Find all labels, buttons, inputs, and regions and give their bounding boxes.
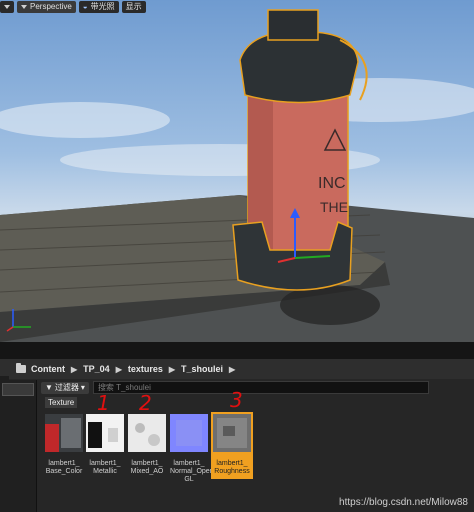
breadcrumb-separator-icon: ▶: [71, 364, 78, 374]
lighting-mode-label: 带光照: [90, 1, 115, 11]
texture-thumbnail: [45, 414, 83, 452]
asset-name: GL: [184, 476, 194, 483]
sources-search-input[interactable]: [2, 383, 34, 396]
asset-name: lambert1_: [89, 460, 121, 467]
asset-grid: Texture lambert1_ Base_Color lambert1_ M…: [37, 388, 474, 512]
sources-panel: [0, 380, 37, 512]
chevron-down-icon: [21, 4, 27, 9]
browser-tab-strip: [0, 342, 474, 359]
annotation-number: 1: [97, 391, 110, 415]
asset-name: lambert1_: [48, 460, 80, 467]
asset-tile-metallic[interactable]: lambert1_ Metallic: [86, 414, 124, 476]
prop-text-the: THE: [320, 199, 348, 215]
level-viewport[interactable]: INC THE Perspective ◒ 带光照 显示: [0, 0, 474, 342]
asset-name: Metallic: [93, 468, 117, 475]
annotation-number: 3: [230, 388, 243, 412]
breadcrumb-tp04[interactable]: TP_04: [83, 364, 110, 374]
asset-name: Normal_Open: [170, 468, 214, 475]
show-button[interactable]: 显示: [121, 0, 146, 13]
texture-thumbnail: [86, 414, 124, 452]
chevron-down-icon: [4, 4, 10, 9]
breadcrumb-textures[interactable]: textures: [128, 364, 163, 374]
filter-funnel-icon: ▼: [45, 382, 53, 392]
asset-tile-normal-opengl[interactable]: lambert1_ Normal_Open GL: [170, 414, 214, 484]
texture-thumbnail: [213, 414, 251, 452]
scene-render: INC THE: [0, 9, 474, 342]
view-mode-button[interactable]: Perspective: [17, 0, 76, 13]
asset-name: Base_Color: [45, 468, 83, 475]
lighting-mode-button[interactable]: ◒ 带光照: [78, 0, 119, 13]
filters-label: 过滤器: [54, 382, 79, 392]
breadcrumb-separator-icon: ▶: [168, 364, 176, 374]
asset-tile-roughness[interactable]: lambert1_ Roughness: [211, 412, 253, 479]
asset-tile-base-color[interactable]: lambert1_ Base_Color: [45, 414, 83, 476]
folder-icon: [16, 363, 26, 373]
asset-name: lambert1_: [216, 460, 248, 467]
breadcrumb-t-shoulei[interactable]: T_shoulei: [181, 364, 223, 374]
lit-sphere-icon: ◒: [82, 1, 88, 11]
asset-name: lambert1_: [131, 460, 163, 467]
axis-indicator-icon: [6, 309, 31, 332]
show-label: 显示: [125, 1, 142, 11]
asset-name: Mixed_AO: [130, 468, 164, 475]
breadcrumb-separator-icon: ▶: [115, 364, 122, 374]
type-filter-chip[interactable]: Texture: [45, 397, 78, 408]
viewport-options-button[interactable]: [0, 0, 14, 13]
breadcrumb: Content ▶ TP_04 ▶ textures ▶ T_shoulei ▶: [0, 359, 474, 396]
viewport-toolbar: Perspective ◒ 带光照 显示: [0, 0, 146, 13]
asset-tile-mixed-ao[interactable]: lambert1_ Mixed_AO: [128, 414, 166, 476]
prop-text-inc: INC: [318, 175, 346, 192]
chevron-down-icon: ▾: [80, 382, 85, 392]
breadcrumb-content[interactable]: Content: [31, 364, 65, 374]
filters-button[interactable]: ▼ 过滤器 ▾: [41, 381, 89, 394]
breadcrumb-separator-icon: ▶: [229, 364, 236, 374]
texture-thumbnail: [170, 414, 208, 452]
content-browser: Content ▶ TP_04 ▶ textures ▶ T_shoulei ▶…: [0, 342, 474, 512]
view-mode-label: Perspective: [30, 1, 72, 11]
asset-name: Roughness: [214, 468, 250, 475]
texture-thumbnail: [128, 414, 166, 452]
asset-name: lambert1_: [173, 460, 205, 467]
watermark: https://blog.csdn.net/Milow88: [339, 497, 468, 508]
annotation-number: 2: [139, 391, 152, 415]
